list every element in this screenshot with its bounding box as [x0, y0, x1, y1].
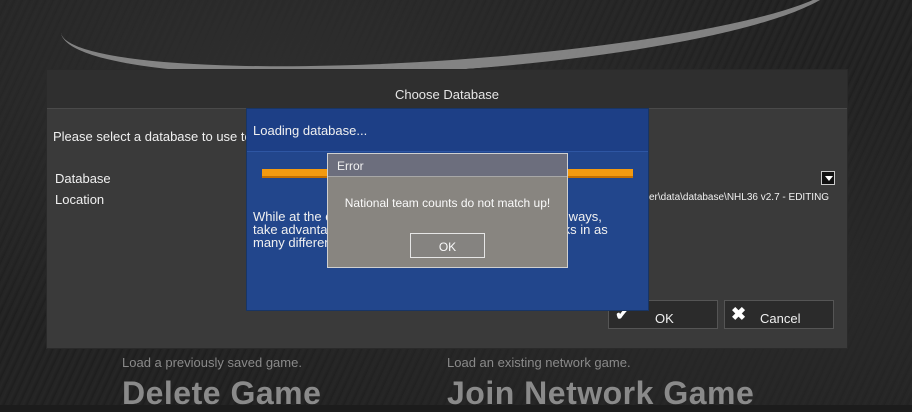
menu-load-game-desc: Load a previously saved game.: [122, 355, 302, 370]
menu-delete-game[interactable]: Delete Game: [122, 375, 321, 412]
dialog-title: Choose Database: [47, 70, 847, 109]
loading-title: Loading database...: [247, 109, 648, 152]
location-label: Location: [55, 192, 105, 207]
ok-button-label: OK: [655, 311, 674, 326]
close-icon: ✖: [731, 304, 747, 324]
database-label: Database: [55, 171, 111, 186]
cancel-button[interactable]: ✖ Cancel: [724, 300, 834, 329]
error-dialog: Error National team counts do not match …: [327, 153, 568, 268]
menu-join-network-game[interactable]: Join Network Game: [447, 375, 754, 412]
menu-load-network-game-desc: Load an existing network game.: [447, 355, 631, 370]
cancel-button-label: Cancel: [760, 311, 801, 326]
tip-line3-left: many differen: [253, 235, 332, 250]
error-ok-button[interactable]: OK: [410, 233, 485, 258]
error-title: Error: [328, 154, 567, 177]
chevron-down-icon[interactable]: [821, 171, 835, 185]
location-value: er\data\database\NHL36 v2.7 - EDITING: [649, 192, 830, 203]
select-prompt: Please select a database to use to: [53, 129, 252, 144]
error-message: National team counts do not match up!: [344, 196, 551, 210]
